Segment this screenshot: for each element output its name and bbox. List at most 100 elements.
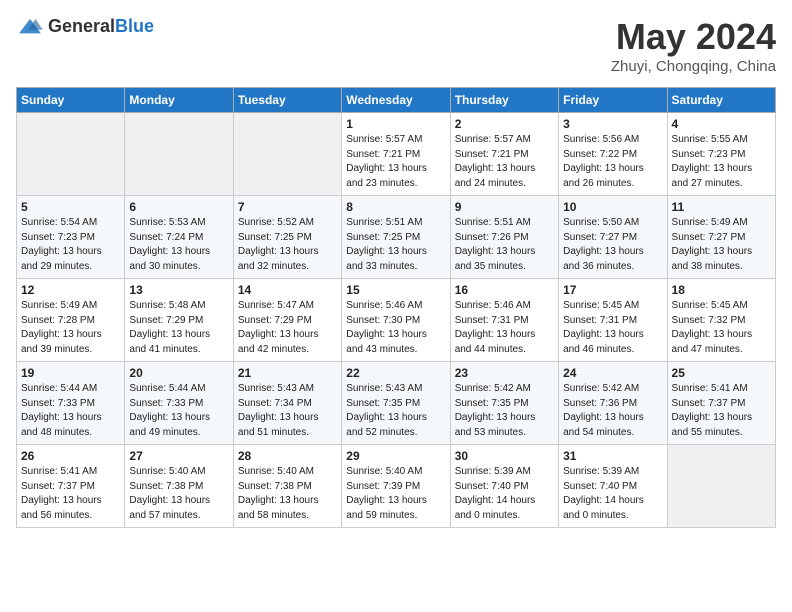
day-number: 27 bbox=[129, 449, 228, 463]
day-number: 14 bbox=[238, 283, 337, 297]
calendar-cell: 26 Sunrise: 5:41 AMSunset: 7:37 PMDayligh… bbox=[17, 445, 125, 528]
calendar-cell: 12Sunrise: 5:49 AMSunset: 7:28 PMDayligh… bbox=[17, 279, 125, 362]
day-info: Sunrise: 5:55 AMSunset: 7:23 PMDaylight:… bbox=[672, 133, 771, 191]
calendar-cell: 13 Sunrise: 5:48 AMSunset: 7:29 PMDayligh… bbox=[125, 279, 233, 362]
day-info: Sunrise: 5:40 AMSunset: 7:38 PMDaylight:… bbox=[129, 465, 228, 523]
calendar-cell: 5Sunrise: 5:54 AMSunset: 7:23 PMDaylight… bbox=[17, 196, 125, 279]
day-info: Sunrise: 5:47 AMSunset: 7:29 PMDaylight:… bbox=[238, 299, 337, 357]
calendar-cell: 10 Sunrise: 5:50 AMSunset: 7:27 PMDayligh… bbox=[559, 196, 667, 279]
calendar-week-row: 19 Sunrise: 5:44 AMSunset: 7:33 PMDayligh… bbox=[17, 362, 776, 445]
weekday-header: Wednesday bbox=[342, 88, 450, 113]
day-number: 13 bbox=[129, 283, 228, 297]
calendar-cell bbox=[17, 113, 125, 196]
day-number: 5 bbox=[21, 200, 120, 214]
day-info: Sunrise: 5:43 AMSunset: 7:34 PMDaylight:… bbox=[238, 382, 337, 440]
day-number: 31 bbox=[563, 449, 662, 463]
calendar-cell: 4 Sunrise: 5:55 AMSunset: 7:23 PMDaylight… bbox=[667, 113, 775, 196]
calendar-cell: 18Sunrise: 5:45 AMSunset: 7:32 PMDayligh… bbox=[667, 279, 775, 362]
day-info: Sunrise: 5:56 AMSunset: 7:22 PMDaylight:… bbox=[563, 133, 662, 191]
title-location: Zhuyi, Chongqing, China bbox=[611, 58, 776, 75]
weekday-header: Saturday bbox=[667, 88, 775, 113]
day-info: Sunrise: 5:51 AMSunset: 7:26 PMDaylight:… bbox=[455, 216, 554, 274]
calendar-cell: 3Sunrise: 5:56 AMSunset: 7:22 PMDaylight… bbox=[559, 113, 667, 196]
day-info: Sunrise: 5:41 AMSunset: 7:37 PMDaylight:… bbox=[21, 465, 120, 523]
day-info: Sunrise: 5:45 AMSunset: 7:31 PMDaylight:… bbox=[563, 299, 662, 357]
day-number: 1 bbox=[346, 117, 445, 131]
calendar-cell: 2 Sunrise: 5:57 AMSunset: 7:21 PMDaylight… bbox=[450, 113, 558, 196]
day-number: 19 bbox=[21, 366, 120, 380]
day-number: 16 bbox=[455, 283, 554, 297]
title-block: May 2024 Zhuyi, Chongqing, China bbox=[611, 16, 776, 75]
calendar-cell: 28 Sunrise: 5:40 AMSunset: 7:38 PMDayligh… bbox=[233, 445, 341, 528]
day-info: Sunrise: 5:57 AMSunset: 7:21 PMDaylight:… bbox=[455, 133, 554, 191]
calendar-cell: 1 Sunrise: 5:57 AMSunset: 7:21 PMDaylight… bbox=[342, 113, 450, 196]
day-info: Sunrise: 5:44 AMSunset: 7:33 PMDaylight:… bbox=[21, 382, 120, 440]
day-info: Sunrise: 5:40 AMSunset: 7:38 PMDaylight:… bbox=[238, 465, 337, 523]
weekday-header-row: SundayMondayTuesdayWednesdayThursdayFrid… bbox=[17, 88, 776, 113]
day-info: Sunrise: 5:39 AMSunset: 7:40 PMDaylight:… bbox=[455, 465, 554, 523]
day-number: 4 bbox=[672, 117, 771, 131]
day-number: 29 bbox=[346, 449, 445, 463]
page-header: GeneralBlue May 2024 Zhuyi, Chongqing, C… bbox=[16, 16, 776, 75]
day-number: 22 bbox=[346, 366, 445, 380]
calendar-cell: 11Sunrise: 5:49 AMSunset: 7:27 PMDayligh… bbox=[667, 196, 775, 279]
day-number: 21 bbox=[238, 366, 337, 380]
day-number: 2 bbox=[455, 117, 554, 131]
day-info: Sunrise: 5:41 AMSunset: 7:37 PMDaylight:… bbox=[672, 382, 771, 440]
day-number: 28 bbox=[238, 449, 337, 463]
calendar-cell bbox=[125, 113, 233, 196]
day-number: 6 bbox=[129, 200, 228, 214]
day-info: Sunrise: 5:50 AMSunset: 7:27 PMDaylight:… bbox=[563, 216, 662, 274]
day-info: Sunrise: 5:43 AMSunset: 7:35 PMDaylight:… bbox=[346, 382, 445, 440]
day-info: Sunrise: 5:42 AMSunset: 7:36 PMDaylight:… bbox=[563, 382, 662, 440]
day-number: 17 bbox=[563, 283, 662, 297]
calendar-cell: 17 Sunrise: 5:45 AMSunset: 7:31 PMDayligh… bbox=[559, 279, 667, 362]
day-info: Sunrise: 5:46 AMSunset: 7:31 PMDaylight:… bbox=[455, 299, 554, 357]
day-number: 30 bbox=[455, 449, 554, 463]
logo-blue: Blue bbox=[115, 16, 154, 36]
day-info: Sunrise: 5:48 AMSunset: 7:29 PMDaylight:… bbox=[129, 299, 228, 357]
day-number: 9 bbox=[455, 200, 554, 214]
weekday-header: Monday bbox=[125, 88, 233, 113]
calendar-cell: 8 Sunrise: 5:51 AMSunset: 7:25 PMDaylight… bbox=[342, 196, 450, 279]
day-number: 15 bbox=[346, 283, 445, 297]
calendar-cell: 29Sunrise: 5:40 AMSunset: 7:39 PMDayligh… bbox=[342, 445, 450, 528]
calendar-cell: 30 Sunrise: 5:39 AMSunset: 7:40 PMDayligh… bbox=[450, 445, 558, 528]
weekday-header: Tuesday bbox=[233, 88, 341, 113]
weekday-header: Sunday bbox=[17, 88, 125, 113]
day-number: 26 bbox=[21, 449, 120, 463]
day-info: Sunrise: 5:52 AMSunset: 7:25 PMDaylight:… bbox=[238, 216, 337, 274]
day-info: Sunrise: 5:39 AMSunset: 7:40 PMDaylight:… bbox=[563, 465, 662, 523]
calendar-week-row: 5Sunrise: 5:54 AMSunset: 7:23 PMDaylight… bbox=[17, 196, 776, 279]
day-number: 10 bbox=[563, 200, 662, 214]
day-info: Sunrise: 5:46 AMSunset: 7:30 PMDaylight:… bbox=[346, 299, 445, 357]
day-number: 8 bbox=[346, 200, 445, 214]
day-number: 11 bbox=[672, 200, 771, 214]
calendar-cell: 22 Sunrise: 5:43 AMSunset: 7:35 PMDayligh… bbox=[342, 362, 450, 445]
calendar-cell: 23Sunrise: 5:42 AMSunset: 7:35 PMDayligh… bbox=[450, 362, 558, 445]
calendar-cell: 24 Sunrise: 5:42 AMSunset: 7:36 PMDayligh… bbox=[559, 362, 667, 445]
calendar-cell: 27 Sunrise: 5:40 AMSunset: 7:38 PMDayligh… bbox=[125, 445, 233, 528]
logo: GeneralBlue bbox=[16, 16, 154, 37]
day-info: Sunrise: 5:45 AMSunset: 7:32 PMDaylight:… bbox=[672, 299, 771, 357]
calendar-cell: 14 Sunrise: 5:47 AMSunset: 7:29 PMDayligh… bbox=[233, 279, 341, 362]
calendar-cell: 16 Sunrise: 5:46 AMSunset: 7:31 PMDayligh… bbox=[450, 279, 558, 362]
calendar-cell: 15 Sunrise: 5:46 AMSunset: 7:30 PMDayligh… bbox=[342, 279, 450, 362]
calendar-cell: 31 Sunrise: 5:39 AMSunset: 7:40 PMDayligh… bbox=[559, 445, 667, 528]
day-info: Sunrise: 5:57 AMSunset: 7:21 PMDaylight:… bbox=[346, 133, 445, 191]
calendar-cell: 25Sunrise: 5:41 AMSunset: 7:37 PMDayligh… bbox=[667, 362, 775, 445]
calendar-cell: 19 Sunrise: 5:44 AMSunset: 7:33 PMDayligh… bbox=[17, 362, 125, 445]
day-info: Sunrise: 5:51 AMSunset: 7:25 PMDaylight:… bbox=[346, 216, 445, 274]
calendar-week-row: 26 Sunrise: 5:41 AMSunset: 7:37 PMDayligh… bbox=[17, 445, 776, 528]
logo-general: General bbox=[48, 16, 115, 36]
day-number: 20 bbox=[129, 366, 228, 380]
day-info: Sunrise: 5:53 AMSunset: 7:24 PMDaylight:… bbox=[129, 216, 228, 274]
calendar-cell: 21 Sunrise: 5:43 AMSunset: 7:34 PMDayligh… bbox=[233, 362, 341, 445]
day-info: Sunrise: 5:49 AMSunset: 7:28 PMDaylight:… bbox=[21, 299, 120, 357]
calendar-week-row: 1 Sunrise: 5:57 AMSunset: 7:21 PMDaylight… bbox=[17, 113, 776, 196]
day-info: Sunrise: 5:42 AMSunset: 7:35 PMDaylight:… bbox=[455, 382, 554, 440]
calendar-cell bbox=[667, 445, 775, 528]
day-number: 24 bbox=[563, 366, 662, 380]
day-number: 7 bbox=[238, 200, 337, 214]
calendar-week-row: 12Sunrise: 5:49 AMSunset: 7:28 PMDayligh… bbox=[17, 279, 776, 362]
